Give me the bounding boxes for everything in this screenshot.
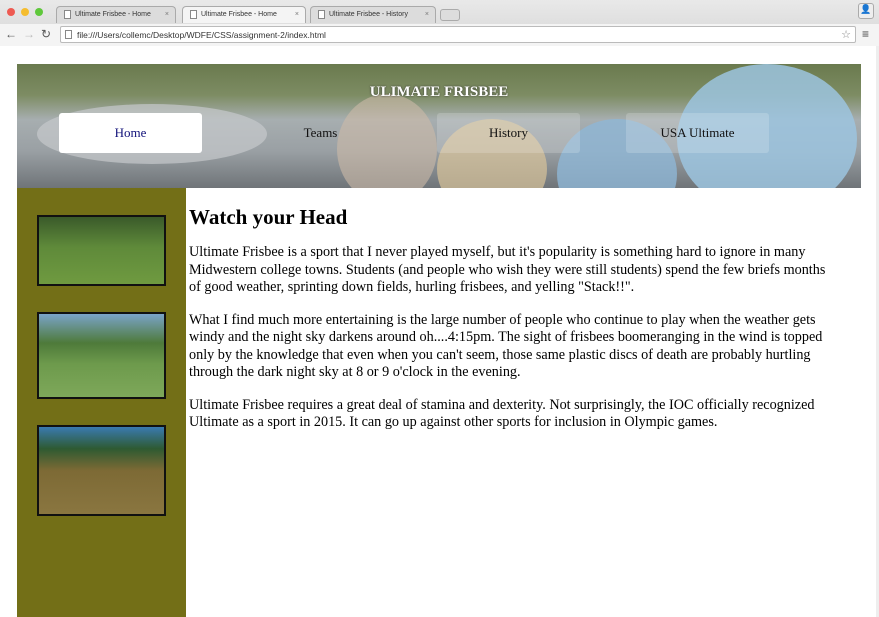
hero-header: ULIMATE FRISBEE Home Teams History USA U…: [17, 64, 861, 188]
nav-history[interactable]: History: [437, 113, 580, 153]
browser-chrome: Ultimate Frisbee - Home × Ultimate Frisbe…: [0, 0, 879, 46]
browser-tab-active[interactable]: Ultimate Frisbee - Home ×: [182, 6, 306, 23]
close-tab-icon[interactable]: ×: [165, 11, 169, 18]
browser-toolbar: ← → ↻ file:///Users/collemc/Desktop/WDFE…: [0, 24, 879, 46]
forward-icon[interactable]: →: [23, 27, 35, 41]
main-content: Watch your Head Ultimate Frisbee is a sp…: [189, 205, 829, 447]
sidebar: [17, 188, 186, 617]
browser-tab[interactable]: Ultimate Frisbee - Home ×: [56, 6, 176, 23]
close-window-button[interactable]: [7, 8, 15, 16]
close-tab-icon[interactable]: ×: [425, 11, 429, 18]
new-tab-button[interactable]: [440, 9, 460, 21]
bookmark-star-icon[interactable]: ☆: [841, 28, 851, 41]
tab-label: Ultimate Frisbee - Home: [75, 11, 151, 18]
article-paragraph: Ultimate Frisbee is a sport that I never…: [189, 244, 826, 295]
article-paragraph: Ultimate Frisbee requires a great deal o…: [189, 396, 815, 431]
frisbee-photo-1: [37, 215, 166, 286]
menu-icon[interactable]: ≡: [862, 27, 869, 41]
nav-usa-ultimate[interactable]: USA Ultimate: [626, 113, 769, 153]
nav-home[interactable]: Home: [59, 113, 202, 153]
page-icon: [65, 30, 72, 39]
back-icon[interactable]: ←: [5, 27, 17, 41]
tab-label: Ultimate Frisbee - History: [329, 11, 408, 18]
nav-teams[interactable]: Teams: [249, 113, 392, 153]
frisbee-photo-2: [37, 312, 166, 399]
site-title: ULIMATE FRISBEE: [369, 84, 509, 100]
close-tab-icon[interactable]: ×: [295, 11, 299, 18]
maximize-window-button[interactable]: [35, 8, 43, 16]
page-icon: [190, 10, 197, 19]
window-controls: [7, 8, 43, 16]
reload-icon[interactable]: ↻: [41, 27, 51, 41]
url-text: file:///Users/collemc/Desktop/WDFE/CSS/a…: [77, 30, 326, 40]
page-icon: [318, 10, 325, 19]
browser-tab[interactable]: Ultimate Frisbee - History ×: [310, 6, 436, 23]
article-heading: Watch your Head: [189, 205, 348, 229]
address-bar[interactable]: file:///Users/collemc/Desktop/WDFE/CSS/a…: [60, 26, 856, 43]
tab-label: Ultimate Frisbee - Home: [201, 11, 277, 18]
article-paragraph: What I find much more entertaining is th…: [189, 311, 823, 381]
frisbee-photo-3: [37, 425, 166, 516]
user-profile-icon[interactable]: 👤: [858, 3, 874, 19]
page-icon: [64, 10, 71, 19]
minimize-window-button[interactable]: [21, 8, 29, 16]
